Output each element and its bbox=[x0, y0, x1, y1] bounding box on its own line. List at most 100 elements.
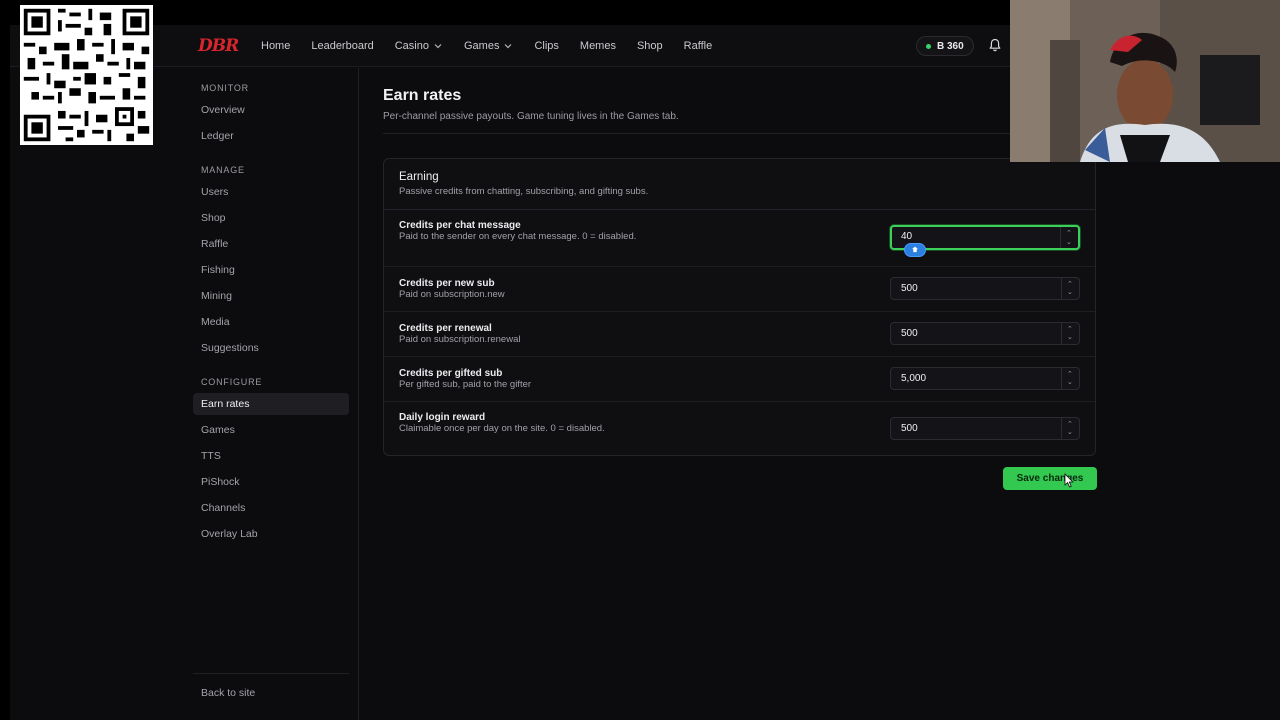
sidebar-item-label: Earn rates bbox=[201, 398, 250, 410]
number-stepper[interactable]: ⌃ ⌄ bbox=[1060, 227, 1078, 248]
back-to-site-link[interactable]: Back to site bbox=[193, 682, 349, 704]
daily-login-reward-input[interactable]: 500 ⌃ ⌄ bbox=[890, 417, 1080, 440]
sidebar-item-suggestions[interactable]: Suggestions bbox=[193, 337, 349, 359]
number-stepper[interactable]: ⌃ ⌄ bbox=[1061, 418, 1079, 439]
chevron-up-icon[interactable]: ⌃ bbox=[1067, 326, 1073, 333]
sidebar-item-channels[interactable]: Channels bbox=[193, 497, 349, 519]
nav-leaderboard[interactable]: Leaderboard bbox=[311, 40, 373, 52]
setting-label: Daily login reward bbox=[399, 412, 486, 423]
qr-code bbox=[20, 5, 153, 145]
nav-home[interactable]: Home bbox=[261, 40, 290, 52]
chevron-up-icon[interactable]: ⌃ bbox=[1067, 371, 1073, 378]
nav-label: Leaderboard bbox=[311, 40, 374, 52]
nav-shop[interactable]: Shop bbox=[637, 40, 663, 52]
nav-label: Clips bbox=[534, 40, 559, 52]
number-stepper[interactable]: ⌃ ⌄ bbox=[1061, 278, 1079, 299]
back-link-label: Back to site bbox=[201, 687, 256, 699]
nav-label: Memes bbox=[579, 40, 616, 52]
setting-help: Claimable once per day on the site. 0 = … bbox=[399, 423, 605, 434]
site-logo[interactable]: DBR bbox=[198, 36, 239, 56]
setting-label: Credits per chat message bbox=[399, 220, 521, 231]
sidebar-item-ledger[interactable]: Ledger bbox=[193, 125, 349, 147]
setting-row-new-sub: Credits per new sub Paid on subscription… bbox=[384, 267, 1095, 312]
sidebar-item-raffle[interactable]: Raffle bbox=[193, 233, 349, 255]
setting-help: Paid on subscription.renewal bbox=[399, 334, 521, 345]
sidebar-item-fishing[interactable]: Fishing bbox=[193, 259, 349, 281]
input-value: 500 bbox=[901, 328, 918, 339]
chevron-up-icon[interactable]: ⌃ bbox=[1067, 281, 1073, 288]
nav-raffle[interactable]: Raffle bbox=[684, 40, 713, 52]
setting-row-renewal: Credits per renewal Paid on subscription… bbox=[384, 312, 1095, 357]
sidebar-item-label: Ledger bbox=[201, 130, 234, 142]
setting-row-chat-message: Credits per chat message Paid to the sen… bbox=[384, 210, 1095, 267]
setting-label: Credits per renewal bbox=[399, 323, 492, 334]
sidebar-item-label: Raffle bbox=[201, 238, 229, 250]
admin-sidebar: MONITOR Overview Ledger MANAGE Users Sho… bbox=[10, 68, 359, 720]
sidebar-heading-configure: CONFIGURE bbox=[201, 377, 263, 387]
sidebar-item-overlay-lab[interactable]: Overlay Lab bbox=[193, 523, 349, 545]
setting-help: Per gifted sub, paid to the gifter bbox=[399, 379, 532, 390]
nav-casino[interactable]: Casino bbox=[395, 40, 443, 52]
nav-clips[interactable]: Clips bbox=[534, 40, 558, 52]
sidebar-item-mining[interactable]: Mining bbox=[193, 285, 349, 307]
sidebar-item-label: Mining bbox=[201, 290, 232, 302]
sidebar-item-label: Fishing bbox=[201, 264, 235, 276]
webcam-feed bbox=[1010, 0, 1280, 162]
page-title: Earn rates bbox=[383, 87, 462, 104]
chevron-up-icon[interactable]: ⌃ bbox=[1066, 230, 1072, 237]
chevron-down-icon[interactable]: ⌄ bbox=[1066, 239, 1072, 246]
sidebar-item-label: Suggestions bbox=[201, 342, 259, 354]
input-value: 5,000 bbox=[901, 373, 927, 384]
sidebar-item-label: Overlay Lab bbox=[201, 528, 258, 540]
chevron-up-icon[interactable]: ⌃ bbox=[1067, 421, 1073, 428]
nav-memes[interactable]: Memes bbox=[580, 40, 616, 52]
sidebar-item-label: TTS bbox=[201, 450, 221, 462]
chevron-down-icon[interactable]: ⌄ bbox=[1067, 334, 1073, 341]
status-dot bbox=[926, 43, 931, 49]
card-title: Earning bbox=[399, 171, 439, 183]
sidebar-item-label: Channels bbox=[201, 502, 246, 514]
chevron-down-icon[interactable]: ⌄ bbox=[1067, 429, 1073, 436]
main-nav: Home Leaderboard Casino Games Clips Meme… bbox=[261, 25, 733, 67]
bell-icon[interactable] bbox=[988, 38, 1002, 52]
nav-label: Casino bbox=[394, 40, 429, 52]
renewal-credits-input[interactable]: 500 ⌃ ⌄ bbox=[890, 322, 1080, 345]
sidebar-item-label: Overview bbox=[201, 104, 245, 116]
save-changes-button[interactable]: Save changes bbox=[1003, 467, 1097, 490]
chevron-down-icon bbox=[434, 44, 442, 49]
shield-icon bbox=[904, 243, 926, 257]
setting-row-daily-login: Daily login reward Claimable once per da… bbox=[384, 402, 1095, 455]
sidebar-item-overview[interactable]: Overview bbox=[193, 99, 349, 121]
nav-label: Games bbox=[463, 40, 500, 52]
sidebar-item-games[interactable]: Games bbox=[193, 419, 349, 441]
sidebar-item-tts[interactable]: TTS bbox=[193, 445, 349, 467]
setting-row-gifted-sub: Credits per gifted sub Per gifted sub, p… bbox=[384, 357, 1095, 402]
sidebar-item-label: Media bbox=[201, 316, 230, 328]
sidebar-item-media[interactable]: Media bbox=[193, 311, 349, 333]
setting-help: Paid to the sender on every chat message… bbox=[399, 231, 637, 242]
number-stepper[interactable]: ⌃ ⌄ bbox=[1061, 368, 1079, 389]
sidebar-heading-manage: MANAGE bbox=[201, 165, 245, 175]
nav-games[interactable]: Games bbox=[464, 40, 513, 52]
card-header: Earning Passive credits from chatting, s… bbox=[384, 159, 1095, 210]
sidebar-heading-monitor: MONITOR bbox=[201, 83, 249, 93]
balance-badge[interactable]: B 360 bbox=[916, 36, 974, 56]
sidebar-divider bbox=[193, 673, 349, 674]
gifted-sub-credits-input[interactable]: 5,000 ⌃ ⌄ bbox=[890, 367, 1080, 390]
new-sub-credits-input[interactable]: 500 ⌃ ⌄ bbox=[890, 277, 1080, 300]
number-stepper[interactable]: ⌃ ⌄ bbox=[1061, 323, 1079, 344]
page-subtitle: Per-channel passive payouts. Game tuning… bbox=[383, 111, 679, 122]
input-value: 40 bbox=[901, 231, 913, 242]
chevron-down-icon[interactable]: ⌄ bbox=[1067, 379, 1073, 386]
mouse-pointer-icon bbox=[1064, 473, 1074, 488]
chevron-down-icon[interactable]: ⌄ bbox=[1067, 289, 1073, 296]
sidebar-item-pishock[interactable]: PiShock bbox=[193, 471, 349, 493]
nav-label: Shop bbox=[636, 40, 663, 52]
sidebar-item-earn-rates[interactable]: Earn rates bbox=[193, 393, 349, 415]
nav-label: Raffle bbox=[683, 40, 713, 52]
setting-label: Credits per gifted sub bbox=[399, 368, 503, 379]
input-value: 500 bbox=[901, 283, 918, 294]
sidebar-item-shop[interactable]: Shop bbox=[193, 207, 349, 229]
input-value: 500 bbox=[901, 423, 918, 434]
sidebar-item-users[interactable]: Users bbox=[193, 181, 349, 203]
